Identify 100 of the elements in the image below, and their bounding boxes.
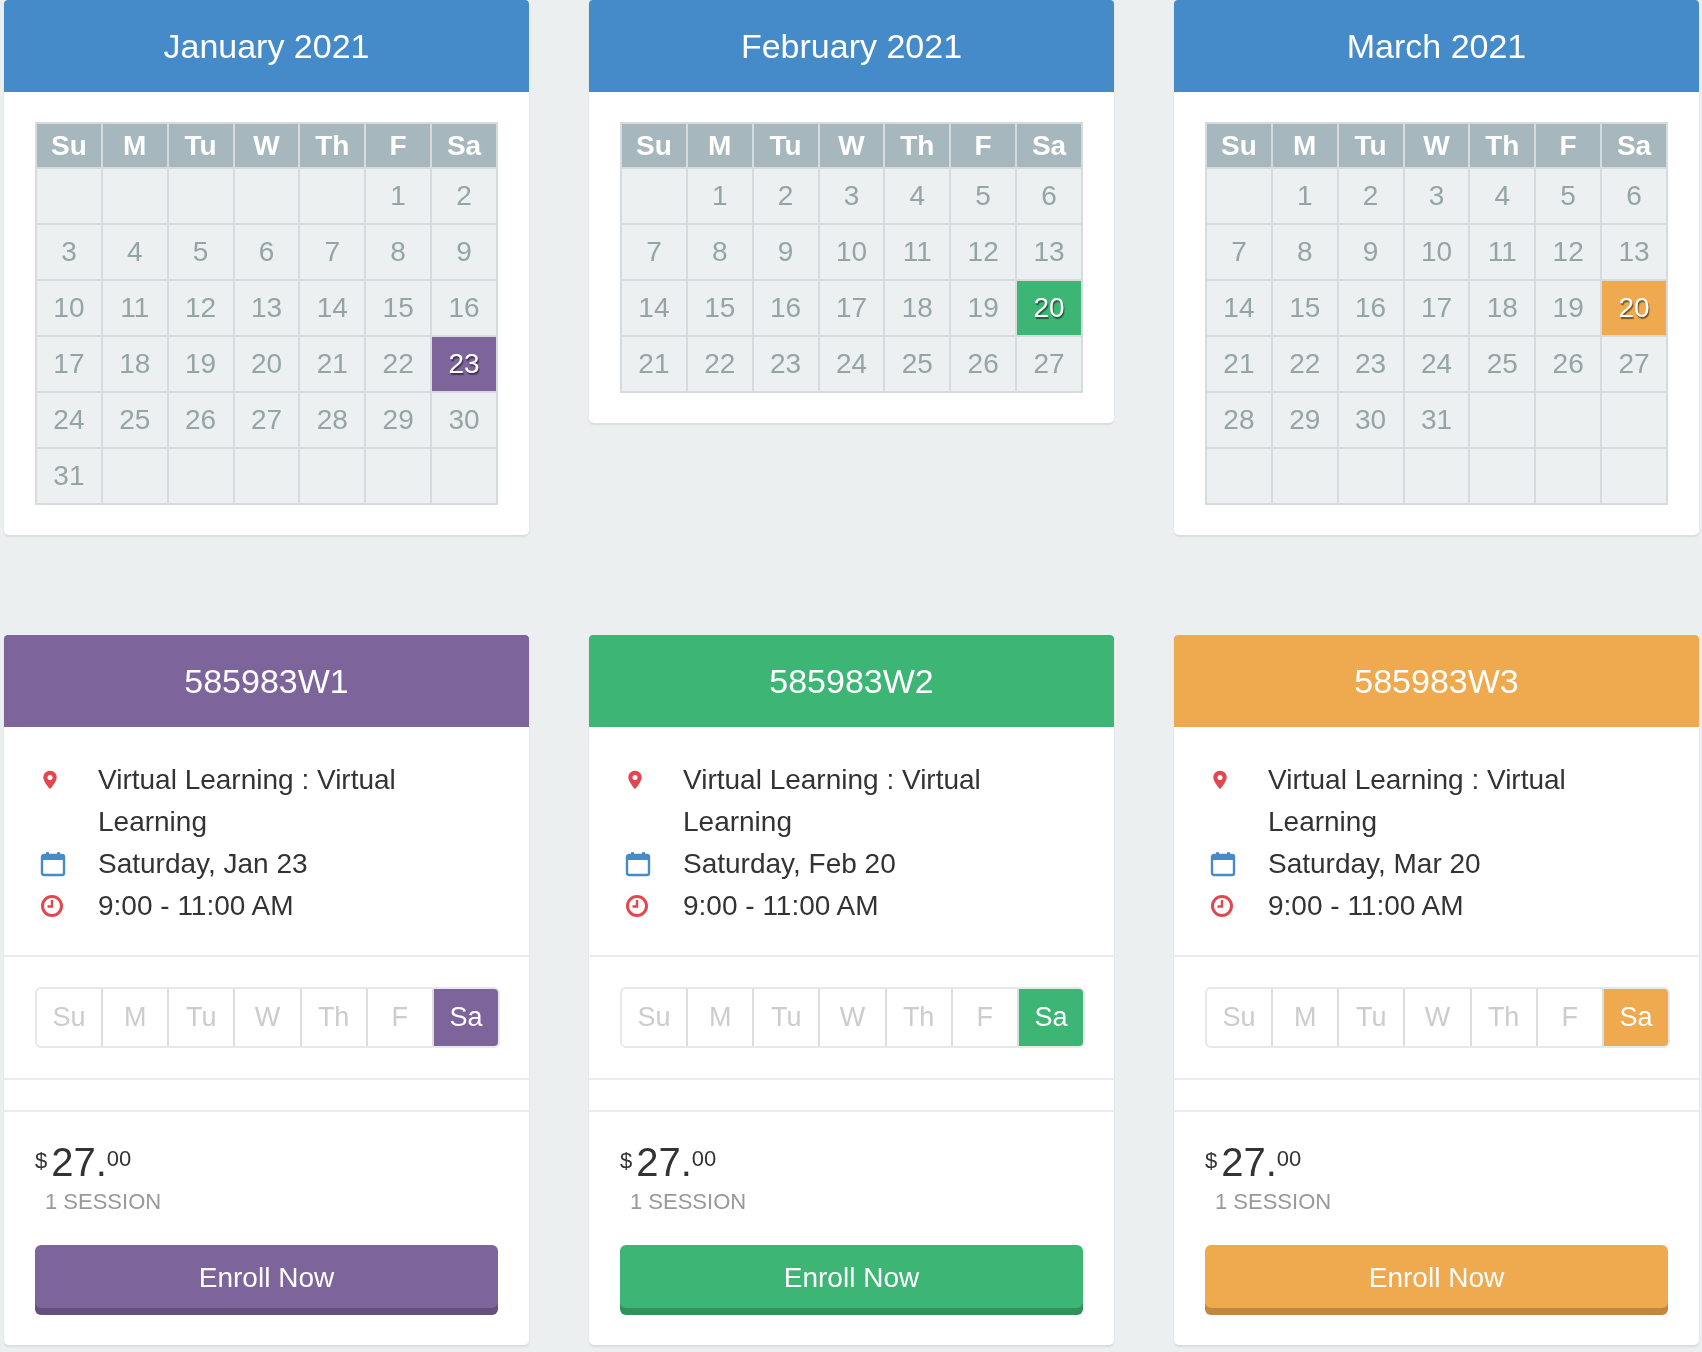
calendar-day[interactable]: 27 <box>1601 336 1667 392</box>
calendar-day[interactable]: 3 <box>1403 168 1470 224</box>
calendar-day[interactable]: 11 <box>884 224 951 280</box>
calendar-day[interactable]: 13 <box>233 280 300 336</box>
calendar-day[interactable]: 14 <box>1206 280 1272 336</box>
calendar-day[interactable]: 20 <box>233 336 300 392</box>
calendar-day[interactable]: 16 <box>752 280 819 336</box>
calendar-day[interactable]: 6 <box>233 224 300 280</box>
calendar-day[interactable]: 12 <box>1535 224 1602 280</box>
calendar-day[interactable]: 6 <box>1601 168 1667 224</box>
calendar-day[interactable]: 21 <box>299 336 366 392</box>
calendar-day[interactable]: 20 <box>1601 280 1667 336</box>
calendar-day[interactable]: 13 <box>1016 224 1082 280</box>
price-amount: 27. <box>1221 1140 1277 1185</box>
calendar-day[interactable]: 6 <box>1016 168 1082 224</box>
weekday-toggle[interactable]: Sa <box>433 989 498 1046</box>
calendar-day[interactable]: 10 <box>36 280 102 336</box>
calendar-day[interactable]: 12 <box>950 224 1017 280</box>
enroll-button[interactable]: Enroll Now <box>1205 1245 1668 1315</box>
calendar-day[interactable]: 4 <box>1469 168 1536 224</box>
calendar-day[interactable]: 22 <box>686 336 753 392</box>
calendar-day[interactable]: 21 <box>1206 336 1272 392</box>
calendar-day[interactable]: 25 <box>101 392 168 448</box>
calendar-day[interactable]: 31 <box>1403 392 1470 448</box>
calendar-day[interactable]: 3 <box>36 224 102 280</box>
calendar-day[interactable]: 8 <box>686 224 753 280</box>
calendar-day[interactable]: 28 <box>1206 392 1272 448</box>
calendar-day[interactable]: 17 <box>1403 280 1470 336</box>
calendar-day[interactable]: 25 <box>1469 336 1536 392</box>
calendar-day[interactable]: 10 <box>818 224 885 280</box>
calendar-day[interactable]: 11 <box>1469 224 1536 280</box>
calendar-day[interactable]: 4 <box>101 224 168 280</box>
weekday-toggle[interactable]: Sa <box>1018 989 1083 1046</box>
calendar-day[interactable]: 23 <box>752 336 819 392</box>
calendar-day[interactable]: 1 <box>686 168 753 224</box>
calendar-day[interactable]: 27 <box>1016 336 1082 392</box>
calendar-day[interactable]: 30 <box>1337 392 1404 448</box>
calendar-day[interactable]: 19 <box>950 280 1017 336</box>
calendar-day[interactable]: 30 <box>431 392 497 448</box>
calendar-day[interactable]: 22 <box>365 336 432 392</box>
calendar-day[interactable]: 9 <box>1337 224 1404 280</box>
calendar-day[interactable]: 1 <box>365 168 432 224</box>
weekday-header: Su <box>36 123 102 168</box>
calendar-day[interactable]: 2 <box>752 168 819 224</box>
calendar-day[interactable]: 5 <box>167 224 234 280</box>
calendar-day[interactable]: 4 <box>884 168 951 224</box>
calendar-day[interactable]: 8 <box>1271 224 1338 280</box>
calendar-day[interactable]: 1 <box>1271 168 1338 224</box>
weekday-toggle[interactable]: Sa <box>1603 989 1668 1046</box>
weekday-header: Tu <box>752 123 819 168</box>
calendar-day[interactable]: 31 <box>36 448 102 504</box>
calendar-day[interactable]: 29 <box>1271 392 1338 448</box>
calendar-day[interactable]: 14 <box>299 280 366 336</box>
calendar-day[interactable]: 8 <box>365 224 432 280</box>
calendar-day[interactable]: 19 <box>167 336 234 392</box>
calendar-day[interactable]: 17 <box>36 336 102 392</box>
calendar-day[interactable]: 19 <box>1535 280 1602 336</box>
calendar-day[interactable]: 25 <box>884 336 951 392</box>
calendar-day[interactable]: 23 <box>1337 336 1404 392</box>
calendar-day[interactable]: 26 <box>950 336 1017 392</box>
calendar-day[interactable]: 12 <box>167 280 234 336</box>
calendar-day[interactable]: 3 <box>818 168 885 224</box>
calendar-icon <box>40 851 66 877</box>
calendar-day[interactable]: 16 <box>431 280 497 336</box>
calendar-day[interactable]: 24 <box>818 336 885 392</box>
calendar-day[interactable]: 13 <box>1601 224 1667 280</box>
calendar-day[interactable]: 20 <box>1016 280 1082 336</box>
calendar-day[interactable]: 10 <box>1403 224 1470 280</box>
calendar-day[interactable]: 18 <box>884 280 951 336</box>
calendar-day[interactable]: 7 <box>1206 224 1272 280</box>
calendar-day[interactable]: 17 <box>818 280 885 336</box>
calendar-day[interactable]: 9 <box>752 224 819 280</box>
calendar-day[interactable]: 14 <box>621 280 687 336</box>
calendar-day[interactable]: 28 <box>299 392 366 448</box>
calendar-day[interactable]: 2 <box>431 168 497 224</box>
calendar-day[interactable]: 18 <box>101 336 168 392</box>
calendar-day[interactable]: 24 <box>1403 336 1470 392</box>
calendar-day[interactable]: 2 <box>1337 168 1404 224</box>
enroll-button[interactable]: Enroll Now <box>35 1245 498 1315</box>
calendar-day[interactable]: 16 <box>1337 280 1404 336</box>
calendar-day[interactable]: 9 <box>431 224 497 280</box>
calendar-day[interactable]: 18 <box>1469 280 1536 336</box>
calendar-day[interactable]: 23 <box>431 336 497 392</box>
calendar-day[interactable]: 5 <box>1535 168 1602 224</box>
calendar-day[interactable]: 27 <box>233 392 300 448</box>
calendar-day[interactable]: 26 <box>167 392 234 448</box>
calendar-day[interactable]: 5 <box>950 168 1017 224</box>
calendar-day[interactable]: 15 <box>1271 280 1338 336</box>
calendar-day[interactable]: 7 <box>621 224 687 280</box>
calendar-day[interactable]: 15 <box>365 280 432 336</box>
calendar-day[interactable]: 22 <box>1271 336 1338 392</box>
calendar-day[interactable]: 11 <box>101 280 168 336</box>
enroll-button[interactable]: Enroll Now <box>620 1245 1083 1315</box>
calendar-day[interactable]: 21 <box>621 336 687 392</box>
calendar-day[interactable]: 7 <box>299 224 366 280</box>
calendar-day[interactable]: 29 <box>365 392 432 448</box>
calendar-day[interactable]: 15 <box>686 280 753 336</box>
calendar-day[interactable]: 24 <box>36 392 102 448</box>
weekday-header: Sa <box>1601 123 1667 168</box>
calendar-day[interactable]: 26 <box>1535 336 1602 392</box>
